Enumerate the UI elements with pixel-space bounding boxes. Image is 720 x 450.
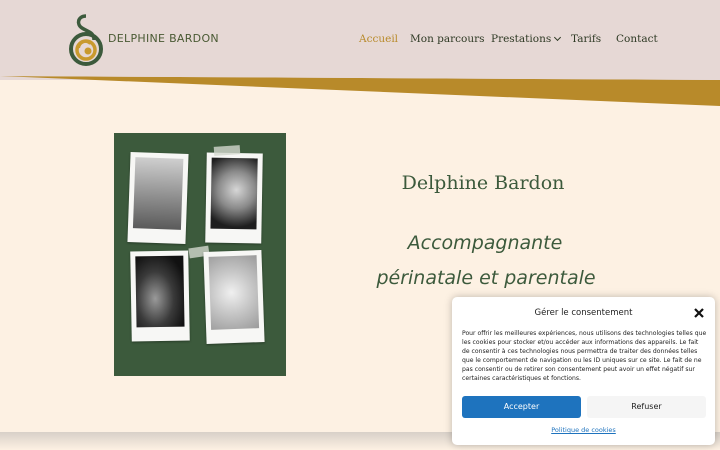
cookie-consent-dialog: Gérer le consentement Pour offrir les me… <box>452 297 715 445</box>
site-header: DELPHINE BARDON Accueil Mon parcours Pre… <box>0 0 720 80</box>
logo-text: DELPHINE BARDON <box>108 32 219 45</box>
accept-button[interactable]: Accepter <box>462 396 581 418</box>
nav-item-prestations[interactable]: Prestations <box>491 33 562 45</box>
decorative-gold-band <box>0 76 720 106</box>
tape-decoration <box>213 145 241 156</box>
polaroid-baby-feet-photo <box>203 250 265 344</box>
consent-title: Gérer le consentement <box>534 308 633 318</box>
close-icon[interactable] <box>692 305 706 319</box>
nav-item-prestations-label: Prestations <box>491 33 552 45</box>
nav-item-mon-parcours[interactable]: Mon parcours <box>410 33 485 45</box>
chevron-down-icon <box>554 33 562 42</box>
hero-tagline-line2: périnatale et parentale <box>376 267 596 289</box>
refuse-button[interactable]: Refuser <box>587 396 706 418</box>
polaroid-pregnancy-photo <box>130 250 190 342</box>
polaroid-hands-photo <box>205 152 263 244</box>
hero-title: Delphine Bardon <box>401 172 565 194</box>
hero-tagline-line1: Accompagnante <box>407 232 563 254</box>
polaroid-children-photo <box>127 152 189 244</box>
nav-item-tarifs[interactable]: Tarifs <box>571 33 601 45</box>
cookie-policy-link[interactable]: Politique de cookies <box>452 426 715 434</box>
site-logo[interactable]: DELPHINE BARDON <box>64 10 219 68</box>
nav-item-accueil[interactable]: Accueil <box>359 33 398 45</box>
photo-collage <box>114 133 286 376</box>
logo-icon <box>69 14 103 66</box>
consent-text: Pour offrir les meilleures expériences, … <box>462 330 707 382</box>
nav-item-contact[interactable]: Contact <box>616 33 658 45</box>
